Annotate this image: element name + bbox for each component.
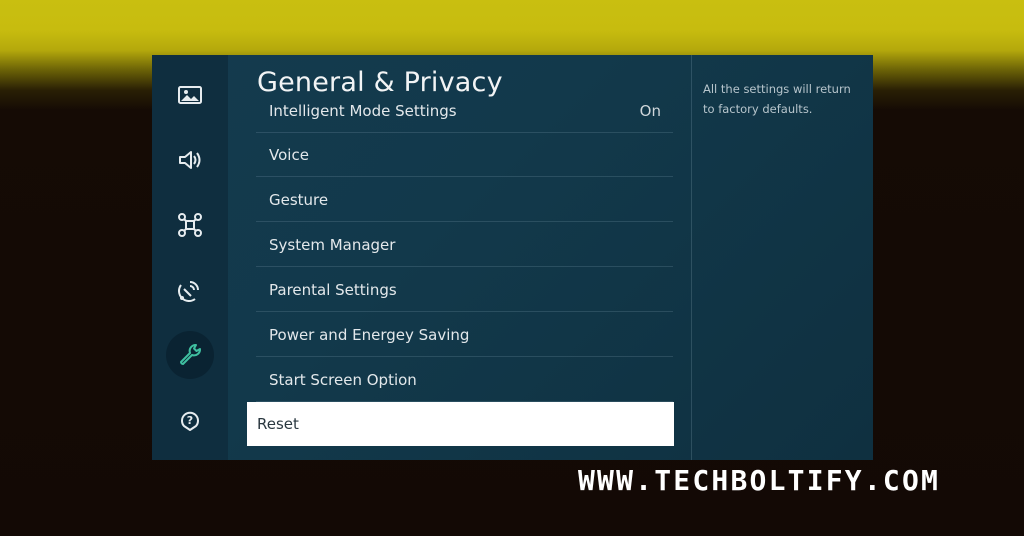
description-text: All the settings will return to factory … [703, 82, 851, 116]
wrench-icon[interactable] [166, 331, 214, 379]
picture-icon[interactable] [166, 71, 214, 119]
watermark: WWW.TECHBOLTIFY.COM [578, 464, 941, 497]
broadcasting-icon[interactable] [166, 266, 214, 314]
menu-item-system-manager[interactable]: System Manager [256, 223, 673, 267]
menu-item-voice[interactable]: Voice [256, 133, 673, 177]
menu-item-value: On [639, 103, 661, 120]
menu-item-reset[interactable]: Reset [247, 402, 674, 446]
support-icon[interactable]: ? [166, 396, 214, 444]
page-title: General & Privacy [257, 67, 503, 98]
menu-item-label: Power and Energey Saving [269, 325, 470, 344]
menu-item-intelligent-mode[interactable]: Intelligent Mode Settings On [256, 103, 673, 133]
menu-item-label: Intelligent Mode Settings [269, 103, 457, 120]
menu-item-power-energy[interactable]: Power and Energey Saving [256, 313, 673, 357]
menu-item-gesture[interactable]: Gesture [256, 178, 673, 222]
menu-item-label: Voice [269, 145, 309, 164]
menu-item-label: System Manager [269, 235, 396, 254]
menu-item-parental-settings[interactable]: Parental Settings [256, 268, 673, 312]
menu-item-start-screen[interactable]: Start Screen Option [256, 358, 673, 402]
menu-item-label: Reset [257, 415, 299, 433]
settings-sidebar: ? [152, 55, 228, 460]
panel-divider [691, 55, 692, 460]
svg-text:?: ? [187, 414, 193, 427]
sound-icon[interactable] [166, 136, 214, 184]
tv-settings-panel: ? General & Privacy Intelligent Mode Set… [152, 55, 873, 460]
menu-item-label: Parental Settings [269, 280, 397, 299]
menu-item-label: Start Screen Option [269, 370, 417, 389]
settings-menu: Intelligent Mode Settings On Voice Gestu… [256, 103, 676, 453]
menu-item-label: Gesture [269, 190, 329, 209]
connection-icon[interactable] [166, 201, 214, 249]
